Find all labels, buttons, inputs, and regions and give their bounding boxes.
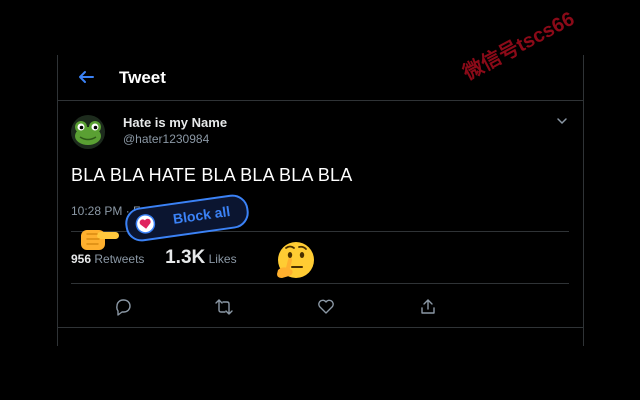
share-icon[interactable] bbox=[418, 297, 438, 317]
back-arrow-icon[interactable] bbox=[76, 67, 96, 87]
divider bbox=[58, 327, 583, 328]
tweet-actions bbox=[58, 293, 583, 321]
avatar[interactable] bbox=[71, 115, 105, 149]
display-name[interactable]: Hate is my Name bbox=[123, 115, 227, 130]
user-handle[interactable]: @hater1230984 bbox=[123, 132, 209, 146]
retweet-icon[interactable] bbox=[214, 297, 234, 317]
retweets-label[interactable]: Retweets bbox=[94, 252, 144, 266]
reply-icon[interactable] bbox=[113, 297, 133, 317]
likes-label[interactable]: Likes bbox=[209, 252, 237, 266]
chevron-down-icon[interactable] bbox=[555, 114, 569, 128]
like-icon[interactable] bbox=[316, 297, 336, 317]
retweets-count[interactable]: 956 bbox=[71, 252, 91, 266]
tweet-text: BLA BLA HATE BLA BLA BLA BLA bbox=[71, 165, 353, 185]
pointing-hand-icon bbox=[81, 230, 119, 250]
likes-count[interactable]: 1.3K bbox=[165, 247, 205, 268]
block-all-label: Block all bbox=[171, 203, 232, 227]
tweet-panel: Tweet Hate is my Name @hater1230984 BLA … bbox=[57, 55, 584, 346]
divider bbox=[71, 283, 569, 284]
heart-badge-icon bbox=[135, 214, 156, 234]
page-title: Tweet bbox=[119, 68, 166, 87]
thinking-face-icon bbox=[277, 242, 314, 278]
